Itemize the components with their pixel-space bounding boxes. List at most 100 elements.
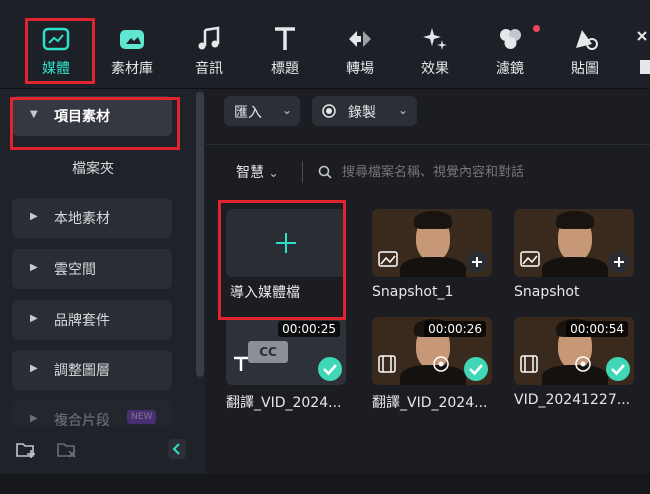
divider [302,161,303,183]
duration-badge: 00:00:54 [566,321,628,337]
thumbnail [372,209,492,277]
subject-shirt [400,257,466,277]
subject-hair [556,211,594,229]
divider [206,144,650,145]
audio-track-icon [575,356,591,372]
plus-icon [472,257,482,267]
caret-right-icon: ▶ [30,363,38,374]
sidebar-item-local-media[interactable]: ▶ 本地素材 [12,198,172,238]
sidebar-item-brand-kit[interactable]: ▶ 品牌套件 [12,300,172,340]
caret-right-icon: ▶ [30,262,38,273]
sidebar-item-adjustment-layer[interactable]: ▶ 調整圖層 [12,350,172,390]
tool-label: 音訊 [195,61,223,77]
chevron-down-icon: ⌄ [398,103,409,117]
sidebar-item-label: 本地素材 [54,211,110,227]
tool-label: 貼圖 [571,61,599,77]
media-caption: Snapshot_1 [372,284,454,300]
media-caption: VID_20241227... [514,392,631,408]
smart-filter-dropdown[interactable]: 智慧 ⌄ [236,162,279,182]
chevron-down-icon: ⌄ [282,103,293,117]
highlight-project-media [10,97,180,150]
film-strip-icon [378,355,396,373]
tool-stock-library[interactable]: 素材庫 [100,14,164,80]
sidebar-item-folder[interactable]: 檔案夾 [72,158,114,178]
tool-label: 濾鏡 [496,61,524,77]
remove-folder-icon[interactable] [56,440,78,460]
audio-track-icon [433,356,449,372]
film-strip-icon [520,355,538,373]
sidebar-item-label: 檔案夾 [72,161,114,177]
tool-overflow-partial[interactable] [630,30,650,80]
footer-strip [0,474,650,494]
image-type-icon [520,251,540,267]
duration-badge: 00:00:26 [424,321,486,337]
record-icon [322,104,336,118]
tool-titles[interactable]: 標題 [253,14,317,80]
search-input[interactable] [340,160,644,184]
tool-label: 標題 [271,61,299,77]
highlight-media-tab [25,18,95,84]
search-bar: 智慧 ⌄ [222,157,650,187]
sidebar-item-label: 複合片段 [54,413,110,426]
sidebar-item-cloud[interactable]: ▶ 雲空間 [12,249,172,289]
tool-filters[interactable]: 濾鏡 [478,14,542,80]
more-tools-icon [637,31,650,74]
tool-label: 效果 [421,61,449,77]
thumbnail: 00:00:25 CC [226,317,346,385]
add-to-timeline-button[interactable] [608,251,630,273]
media-caption: 翻譯_VID_2024... [226,395,342,411]
smart-label: 智慧 [236,165,264,181]
import-dropdown[interactable]: 匯入 ⌄ [224,96,300,126]
add-folder-icon[interactable] [15,440,37,460]
media-toolbar: 媒體 素材庫 音訊 標題 轉場 效果 濾鏡 貼圖 [0,0,650,89]
collapse-panel-button[interactable] [168,439,186,459]
sidebar-item-label: 雲空間 [54,262,96,278]
search-icon [318,165,332,179]
caret-right-icon: ▶ [30,211,38,222]
caret-right-icon: ▶ [30,413,38,424]
title-t-icon [275,27,295,50]
used-check-icon [318,357,342,381]
media-caption: Snapshot [514,284,580,300]
thumbnail: 00:00:54 [514,317,634,385]
subject-shirt [542,257,608,277]
sidebar-footer [0,430,205,474]
record-dropdown[interactable]: 錄製 ⌄ [312,96,417,126]
new-tag: NEW [127,410,157,424]
thumbnail: 00:00:26 [372,317,492,385]
highlight-import-tile [218,200,346,320]
closed-caption-icon: CC [248,341,288,363]
media-caption: 翻譯_VID_2024... [372,395,488,411]
text-type-icon [234,356,248,371]
music-note-icon [198,26,220,50]
image-type-icon [378,251,398,267]
sidebar-item-compound-clip[interactable]: ▶ 複合片段 NEW [12,400,172,426]
sidebar-item-label: 品牌套件 [54,313,110,329]
tool-transitions[interactable]: 轉場 [328,14,392,80]
chevron-left-icon [172,443,180,455]
tool-label: 素材庫 [111,61,153,77]
sidebar-scrollbar[interactable] [196,92,204,377]
sidebar-item-label: 調整圖層 [54,363,110,379]
stock-library-icon [120,30,144,49]
add-to-timeline-button[interactable] [466,251,488,273]
tool-audio[interactable]: 音訊 [177,14,241,80]
transition-icon [349,31,371,47]
subject-hair [414,211,452,229]
used-check-icon [606,357,630,381]
sparkle-effects-icon [423,28,447,50]
filter-circles-icon [500,29,521,49]
caret-right-icon: ▶ [30,313,38,324]
chevron-down-icon: ⌄ [268,166,279,180]
new-badge-dot [533,25,540,32]
used-check-icon [464,357,488,381]
tool-effects[interactable]: 效果 [403,14,467,80]
thumbnail [514,209,634,277]
tool-stickers[interactable]: 貼圖 [553,14,617,80]
record-label: 錄製 [348,105,376,121]
sticker-icon [576,30,598,50]
tool-label: 轉場 [346,61,374,77]
plus-icon [614,257,624,267]
duration-badge: 00:00:25 [278,321,340,337]
import-label: 匯入 [234,105,262,121]
